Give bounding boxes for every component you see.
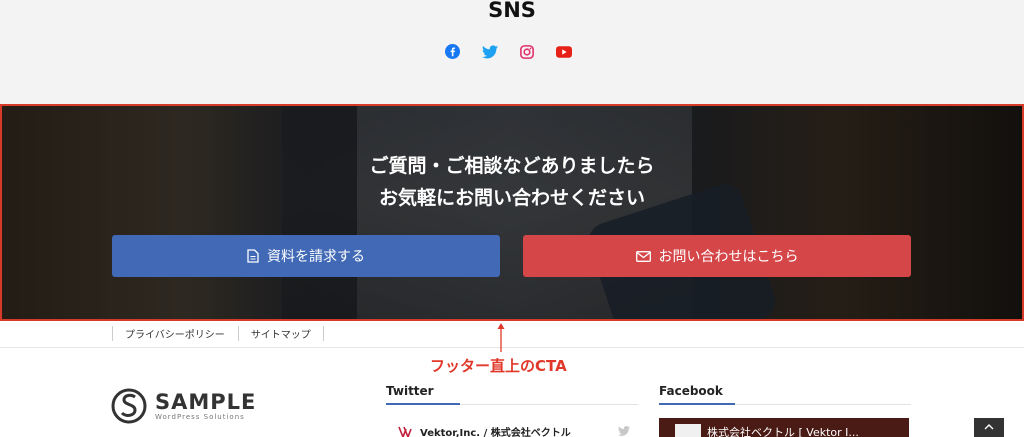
envelope-icon — [635, 250, 651, 262]
chevron-up-icon — [984, 424, 994, 430]
footer-divider — [0, 347, 1024, 348]
twitter-bird-icon — [618, 426, 630, 436]
logo-tagline: WordPress Solutions — [155, 413, 245, 421]
footer-cta-section: ご質問・ご相談などありましたら お気軽にお問い合わせください 資料を請求する お… — [0, 104, 1024, 321]
youtube-icon[interactable] — [554, 42, 573, 61]
facebook-page-thumbnail — [675, 424, 701, 437]
cta-heading-line1: ご質問・ご相談などありましたら — [369, 155, 655, 177]
site-logo[interactable]: SAMPLE WordPress Solutions — [111, 388, 256, 424]
facebook-widget-title: Facebook — [659, 384, 723, 398]
contact-label: お問い合わせはこちら — [658, 249, 799, 265]
footer-nav: プライバシーポリシー サイトマップ — [112, 326, 324, 341]
logo-name: SAMPLE — [155, 390, 257, 414]
page-top-button[interactable] — [974, 418, 1004, 437]
facebook-icon[interactable] — [443, 42, 462, 61]
facebook-page-card[interactable]: 株式会社ベクトル [ Vektor I... — [659, 418, 909, 437]
cta-heading: ご質問・ご相談などありましたら お気軽にお問い合わせください — [2, 150, 1022, 214]
twitter-icon[interactable] — [480, 42, 499, 61]
twitter-account-link[interactable]: Vektor,Inc. / 株式会社ベクトル — [398, 424, 571, 437]
instagram-icon[interactable] — [517, 42, 536, 61]
vektor-avatar-icon — [398, 424, 412, 437]
footer-nav-sitemap[interactable]: サイトマップ — [237, 326, 324, 341]
twitter-widget-title: Twitter — [386, 384, 434, 398]
document-icon — [247, 249, 259, 263]
sns-section: SNS — [0, 0, 1024, 104]
logo-mark-icon — [111, 388, 147, 424]
twitter-account-name: Vektor,Inc. / 株式会社ベクトル — [420, 428, 571, 437]
annotation-label: フッター直上のCTA — [430, 357, 567, 375]
facebook-page-name: 株式会社ベクトル [ Vektor I... — [707, 426, 859, 437]
annotation-arrow-icon — [497, 323, 505, 352]
request-documents-label: 資料を請求する — [267, 249, 365, 265]
footer-nav-privacy[interactable]: プライバシーポリシー — [112, 326, 238, 341]
twitter-widget: Twitter Vektor,Inc. / 株式会社ベクトル — [386, 384, 638, 437]
sns-title: SNS — [488, 0, 536, 22]
cta-heading-line2: お気軽にお問い合わせください — [378, 187, 645, 209]
contact-button[interactable]: お問い合わせはこちら — [523, 235, 911, 277]
sns-icon-list — [443, 42, 573, 61]
facebook-widget: Facebook 株式会社ベクトル [ Vektor I... — [659, 384, 911, 437]
request-documents-button[interactable]: 資料を請求する — [112, 235, 500, 277]
